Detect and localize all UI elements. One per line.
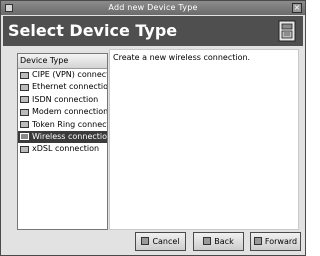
- list-item-modem[interactable]: Modem connection: [18, 106, 107, 118]
- list-item-label: xDSL connection: [32, 144, 100, 154]
- list-item-label: Modem connection: [32, 107, 107, 117]
- cancel-button[interactable]: Cancel: [135, 232, 186, 251]
- list-item-label: CIPE (VPN) connecti: [32, 70, 107, 79]
- page-header: Select Device Type: [3, 16, 303, 46]
- list-item-label: ISDN connection: [32, 94, 99, 104]
- add-device-window: Add new Device Type × Select Device Type…: [0, 0, 306, 256]
- close-button[interactable]: ×: [292, 3, 302, 13]
- list-item-label: Token Ring connectic: [32, 119, 107, 129]
- network-icon: [20, 71, 29, 79]
- wireless-icon: [20, 133, 29, 141]
- list-item-cipe[interactable]: CIPE (VPN) connecti: [18, 69, 107, 81]
- cancel-icon: [141, 237, 150, 245]
- list-item-token-ring[interactable]: Token Ring connectic: [18, 119, 107, 131]
- button-bar: Cancel Back Forward: [1, 230, 305, 255]
- list-item-ethernet[interactable]: Ethernet connection: [18, 81, 107, 93]
- list-item-label: Ethernet connection: [32, 82, 107, 92]
- device-type-list[interactable]: Device Type CIPE (VPN) connecti Ethernet…: [17, 53, 108, 230]
- ethernet-icon: [20, 83, 29, 91]
- description-panel: Create a new wireless connection.: [109, 49, 299, 230]
- device-type-items: CIPE (VPN) connecti Ethernet connection …: [18, 69, 107, 156]
- back-button[interactable]: Back: [193, 232, 244, 251]
- cancel-label: Cancel: [152, 237, 180, 246]
- forward-label: Forward: [264, 237, 298, 246]
- window-title: Add new Device Type: [108, 3, 198, 12]
- list-item-isdn[interactable]: ISDN connection: [18, 94, 107, 106]
- list-item-label: Wireless connection: [32, 131, 107, 141]
- column-header-device-type[interactable]: Device Type: [18, 54, 107, 69]
- list-item-xdsl[interactable]: xDSL connection: [18, 143, 107, 155]
- title-bar: Add new Device Type ×: [1, 1, 305, 15]
- back-label: Back: [214, 237, 234, 246]
- xdsl-icon: [20, 145, 29, 153]
- list-item-wireless[interactable]: Wireless connection: [18, 130, 107, 144]
- modem-icon: [20, 108, 29, 116]
- forward-arrow-icon: [253, 237, 262, 245]
- description-text: Create a new wireless connection.: [113, 53, 251, 62]
- back-arrow-icon: [203, 237, 212, 245]
- network-device-icon: [278, 20, 296, 42]
- page-title: Select Device Type: [8, 21, 178, 40]
- token-ring-icon: [20, 121, 29, 129]
- forward-button[interactable]: Forward: [250, 232, 301, 251]
- isdn-icon: [20, 96, 29, 104]
